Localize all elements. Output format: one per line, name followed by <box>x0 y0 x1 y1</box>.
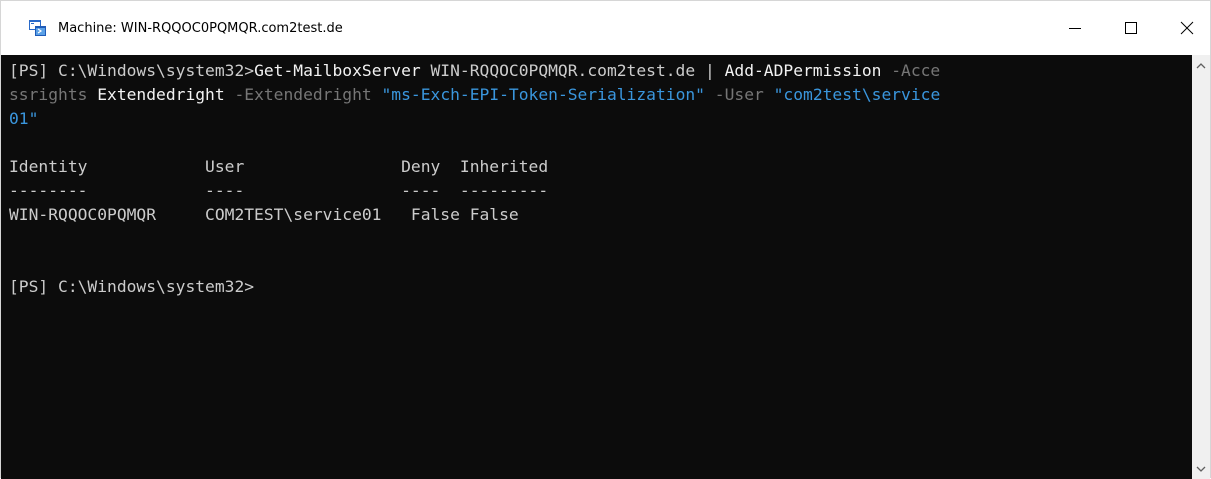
parameter-accessrights-part1: -Acce <box>881 61 941 80</box>
minimize-button[interactable] <box>1052 1 1098 55</box>
cmdlet-add-adpermission: Add-ADPermission <box>714 61 882 80</box>
scrollbar-track[interactable] <box>1195 77 1207 449</box>
chevron-up-icon <box>1196 62 1206 68</box>
parameter-user: -User <box>704 85 764 104</box>
console-line: ssrights Extendedright -Extendedright "m… <box>9 85 940 104</box>
close-button[interactable] <box>1164 1 1210 55</box>
minimize-icon <box>1069 28 1081 29</box>
argument-server: WIN-RQQOC0PQMQR.com2test.de <box>420 61 705 80</box>
value-extendedright: Extendedright <box>87 85 225 104</box>
vertical-scrollbar[interactable] <box>1192 55 1210 479</box>
title-bar[interactable]: Machine: WIN-RQQOC0PQMQR.com2test.de <box>1 1 1210 55</box>
parameter-accessrights-part2: ssrights <box>9 85 88 104</box>
table-separator: -------- ---- ---- --------- <box>9 181 549 200</box>
console-output[interactable]: [PS] C:\Windows\system32>Get-MailboxServ… <box>1 55 1193 479</box>
console-line: 01" <box>9 109 38 128</box>
prompt: [PS] C:\Windows\system32> <box>9 61 255 80</box>
chevron-down-icon <box>1196 466 1206 472</box>
string-user-part1: "com2test\service <box>763 85 941 104</box>
parameter-extendedright: -Extendedright <box>224 85 372 104</box>
table-row: WIN-RQQOC0PQMQR COM2TEST\service01 False… <box>9 205 519 224</box>
pipe-operator: | <box>704 61 715 80</box>
string-token-serialization: "ms-Exch-EPI-Token-Serialization" <box>371 85 705 104</box>
final-prompt: [PS] C:\Windows\system32> <box>9 277 255 296</box>
maximize-button[interactable] <box>1108 1 1154 55</box>
table-header: Identity User Deny Inherited <box>9 157 549 176</box>
scroll-up-button[interactable] <box>1192 57 1210 74</box>
powershell-window-icon[interactable] <box>28 18 48 38</box>
maximize-icon <box>1125 22 1137 34</box>
scroll-down-button[interactable] <box>1192 460 1210 477</box>
close-icon <box>1180 21 1194 35</box>
window-controls <box>1052 1 1210 55</box>
string-user-part2: 01" <box>9 109 39 128</box>
powershell-window: Machine: WIN-RQQOC0PQMQR.com2test.de [PS… <box>0 0 1211 479</box>
console-line: [PS] C:\Windows\system32>Get-MailboxServ… <box>9 61 940 80</box>
window-title: Machine: WIN-RQQOC0PQMQR.com2test.de <box>58 20 343 36</box>
cmdlet-get-mailboxserver: Get-MailboxServer <box>254 61 421 80</box>
